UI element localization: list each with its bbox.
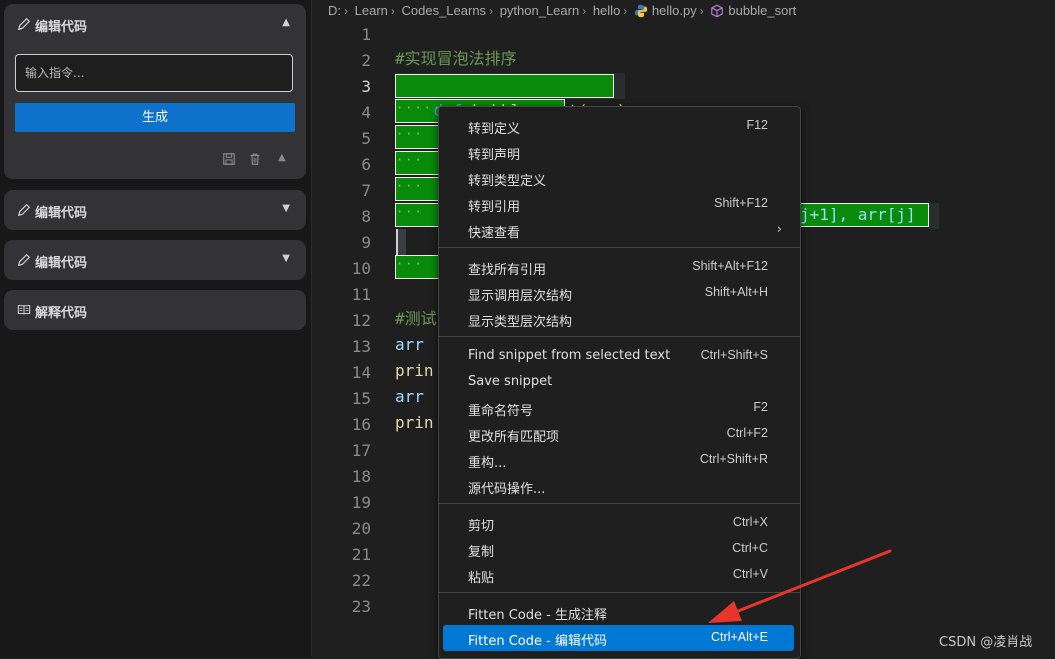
line-number: 4	[361, 103, 371, 122]
panel-title: 解释代码	[35, 306, 88, 321]
line-number: 12	[351, 311, 371, 330]
line-number: 22	[351, 571, 371, 590]
line-number: 8	[361, 207, 371, 226]
code-line: def bubble_sort(arr):	[395, 72, 636, 120]
caret-up-icon[interactable]: ▲	[278, 152, 286, 163]
chevron-right-icon: ›	[776, 222, 782, 237]
line-number-active: 3	[361, 77, 371, 96]
line-number: 1	[361, 25, 371, 44]
explain-code-panel[interactable]: 解释代码	[4, 290, 306, 330]
line-number: 10	[351, 259, 371, 278]
menu-item-find-all-references[interactable]: 查找所有引用 Shift+Alt+F12	[443, 254, 794, 280]
edit-code-panel-2[interactable]: 编辑代码 ▼	[4, 190, 306, 230]
line-number: 9	[361, 233, 371, 252]
edit-code-panel-3[interactable]: 编辑代码 ▼	[4, 240, 306, 280]
menu-item-change-all-occurrences[interactable]: 更改所有匹配项 Ctrl+F2	[443, 421, 794, 447]
breadcrumb: D: › Learn › Codes_Learns › python_Learn › h…	[328, 3, 797, 19]
line-number: 2	[361, 51, 371, 70]
breadcrumb-folder[interactable]: python_Learn	[500, 3, 580, 18]
line-number: 5	[361, 129, 371, 148]
expand-down-icon[interactable]: ▼	[282, 203, 290, 214]
menu-separator	[439, 503, 800, 504]
pencil-icon	[17, 203, 31, 217]
code-comment: #实现冒泡法排序	[395, 49, 517, 68]
line-number: 18	[351, 467, 371, 486]
menu-item-fitten-edit-code[interactable]: Fitten Code - 编辑代码 Ctrl+Alt+E	[443, 625, 794, 651]
menu-item-peek[interactable]: 快速查看 ›	[443, 217, 794, 243]
line-number: 7	[361, 181, 371, 200]
book-icon	[17, 305, 31, 315]
menu-item-go-to-definition[interactable]: 转到定义 F12	[443, 113, 794, 139]
pencil-icon	[17, 253, 31, 267]
breadcrumb-folder[interactable]: Codes_Learns	[402, 3, 487, 18]
collapse-up-icon[interactable]: ▲	[282, 17, 290, 28]
edit-code-panel-expanded: 编辑代码 ▲ 生成 ▲	[4, 4, 306, 179]
code-fragment: j+1], arr[j]	[800, 205, 916, 224]
menu-item-save-snippet[interactable]: Save snippet	[443, 369, 794, 395]
menu-item-cut[interactable]: 剪切 Ctrl+X	[443, 510, 794, 536]
panel-header[interactable]: 编辑代码 ▲	[4, 4, 306, 44]
expand-down-icon[interactable]: ▼	[282, 253, 290, 264]
breadcrumb-drive[interactable]: D:	[328, 3, 341, 18]
line-number: 15	[351, 389, 371, 408]
generate-button[interactable]: 生成	[15, 103, 295, 132]
line-number: 6	[361, 155, 371, 174]
breadcrumb-symbol[interactable]: bubble_sort	[728, 3, 796, 18]
fitten-sidebar: 编辑代码 ▲ 生成 ▲ 编辑代码 ▼ 编辑代码 ▼	[0, 0, 312, 657]
menu-item-find-snippet[interactable]: Find snippet from selected text Ctrl+Shi…	[443, 343, 794, 369]
panel-title: 编辑代码	[35, 206, 88, 221]
menu-item-go-to-declaration[interactable]: 转到声明	[443, 139, 794, 165]
pencil-icon	[17, 17, 31, 31]
line-number: 19	[351, 493, 371, 512]
panel-title: 编辑代码	[35, 256, 88, 271]
symbol-method-icon	[711, 4, 724, 17]
menu-separator	[439, 247, 800, 248]
line-number: 21	[351, 545, 371, 564]
menu-item-go-to-references[interactable]: 转到引用 Shift+F12	[443, 191, 794, 217]
code-fragment: prin	[395, 361, 434, 380]
line-number: 17	[351, 441, 371, 460]
menu-item-refactor[interactable]: 重构... Ctrl+Shift+R	[443, 447, 794, 473]
line-number: 20	[351, 519, 371, 538]
menu-item-show-call-hierarchy[interactable]: 显示调用层次结构 Shift+Alt+H	[443, 280, 794, 306]
menu-item-source-action[interactable]: 源代码操作...	[443, 473, 794, 499]
watermark: CSDN @凌肖战	[939, 635, 1033, 650]
menu-item-go-to-type-definition[interactable]: 转到类型定义	[443, 165, 794, 191]
menu-item-rename-symbol[interactable]: 重命名符号 F2	[443, 395, 794, 421]
code-fragment: arr	[395, 387, 424, 406]
line-number: 14	[351, 363, 371, 382]
breadcrumb-file[interactable]: hello.py	[652, 3, 697, 18]
code-fragment: prin	[395, 413, 434, 432]
save-icon[interactable]	[222, 152, 236, 166]
code-comment: #测试	[395, 309, 437, 328]
menu-item-show-type-hierarchy[interactable]: 显示类型层次结构	[443, 306, 794, 332]
line-number: 11	[351, 285, 371, 304]
panel-title: 编辑代码	[35, 20, 88, 35]
breadcrumb-folder[interactable]: Learn	[355, 3, 388, 18]
annotation-arrow-icon	[708, 549, 892, 623]
line-number: 23	[351, 597, 371, 616]
breadcrumb-folder[interactable]: hello	[593, 3, 620, 18]
line-number: 16	[351, 415, 371, 434]
selection-block	[396, 229, 406, 255]
instruction-input[interactable]	[15, 54, 293, 92]
trash-icon[interactable]	[248, 152, 262, 166]
python-file-icon	[634, 4, 648, 17]
menu-separator	[439, 336, 800, 337]
line-number: 13	[351, 337, 371, 356]
code-fragment: arr	[395, 335, 424, 354]
